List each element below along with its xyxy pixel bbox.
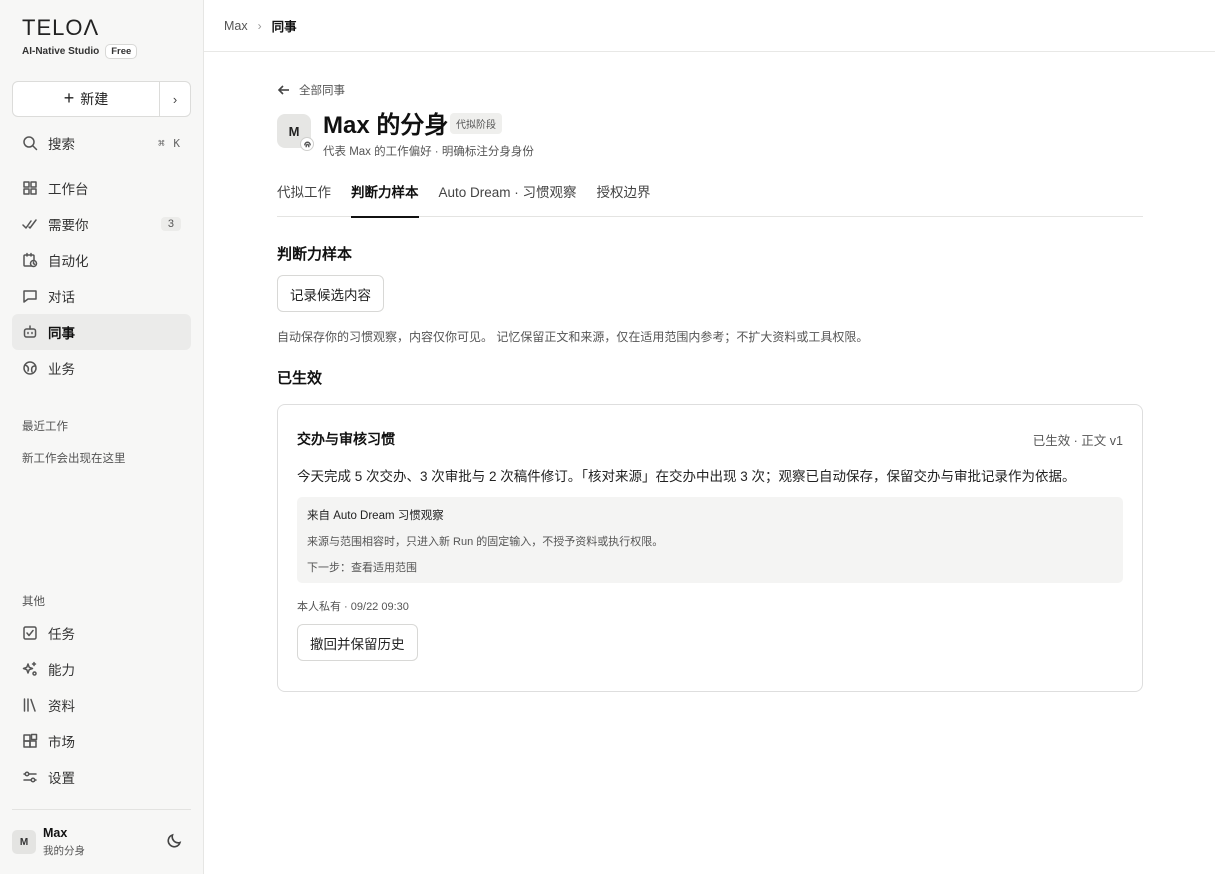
tab-judgment-samples[interactable]: 判断力样本 <box>351 176 419 218</box>
sidebar-item-label: 资料 <box>48 699 75 714</box>
sidebar-item-label: 能力 <box>48 663 75 678</box>
section-title: 判断力样本 <box>277 246 353 263</box>
breadcrumb-current: 同事 <box>271 20 297 34</box>
user-profile[interactable]: M Max 我的分身 <box>12 809 191 874</box>
sidebar-item-label: 需要你 <box>48 218 89 233</box>
arrow-left-icon <box>277 85 289 95</box>
primary-nav: 工作台 需要你 3 自动化 对话 同事 业务 <box>12 170 191 386</box>
library-icon <box>22 697 38 713</box>
needs-you-count: 3 <box>160 217 181 231</box>
logo-wordmark: TELOΛ <box>22 15 100 40</box>
sidebar-item-label: 同事 <box>48 326 75 341</box>
brand-subtitle: AI-Native Studio <box>22 46 100 57</box>
profile-description: 代表 Max 的工作偏好 · 明确标注分身身份 <box>323 146 534 158</box>
globe-icon <box>22 360 38 376</box>
sidebar-item-abilities[interactable]: 能力 <box>12 651 191 687</box>
plan-badge: Free <box>105 44 138 59</box>
double-check-icon <box>22 216 38 232</box>
new-button-group: + 新建 › <box>12 81 191 117</box>
other-heading: 其他 <box>22 596 45 608</box>
back-link-label: 全部同事 <box>299 85 345 97</box>
record-candidate-button[interactable]: 记录候选内容 <box>277 275 384 312</box>
sidebar-item-automation[interactable]: 自动化 <box>12 242 191 278</box>
moon-icon[interactable] <box>167 832 185 850</box>
sidebar-item-colleagues[interactable]: 同事 <box>12 314 191 350</box>
search-button[interactable]: 搜索 ⌘ K <box>12 125 191 161</box>
card-body: 今天完成 5 次交办、3 次审批与 2 次稿件修订。「核对来源」在交办中出现 3… <box>297 469 1076 484</box>
bot-icon <box>22 324 38 340</box>
sidebar-item-chat[interactable]: 对话 <box>12 278 191 314</box>
search-icon <box>22 135 38 151</box>
page-title: Max 的分身 <box>323 112 449 139</box>
sliders-icon <box>22 769 38 785</box>
section-note: 自动保存你的习惯观察，内容仅你可见。 记忆保留正文和来源，仅在适用范围内参考；不… <box>277 330 869 344</box>
search-label: 搜索 <box>48 137 75 152</box>
plus-icon: + <box>63 88 75 108</box>
status-badge: 已生效 · 正文 v1 <box>1032 434 1123 448</box>
avatar: M <box>12 830 36 854</box>
recent-work-heading: 最近工作 <box>22 421 68 433</box>
sidebar-item-label: 对话 <box>48 290 75 305</box>
chat-icon <box>22 288 38 304</box>
new-button-label: 新建 <box>80 91 109 107</box>
search-shortcut: ⌘ K <box>158 136 181 150</box>
new-expand-button[interactable]: › <box>159 82 190 116</box>
chevron-right-icon: › <box>172 91 178 107</box>
tab-drafting-work[interactable]: 代拟工作 <box>277 176 331 217</box>
fingerprint-icon <box>300 137 314 151</box>
brand-logo[interactable]: TELOΛ AI-Native Studio Free <box>22 15 138 59</box>
tab-authorization-boundary[interactable]: 授权边界 <box>597 176 651 217</box>
source-description: 来源与范围相容时，只进入新 Run 的固定输入，不授予资料或执行权限。 <box>307 536 664 548</box>
sidebar-item-label: 工作台 <box>48 182 89 197</box>
sparkle-icon <box>22 661 38 677</box>
sidebar-item-settings[interactable]: 设置 <box>12 759 191 795</box>
sidebar-item-market[interactable]: 市场 <box>12 723 191 759</box>
sidebar-item-label: 任务 <box>48 627 75 642</box>
checkbox-icon <box>22 625 38 641</box>
back-to-colleagues-link[interactable]: 全部同事 <box>277 82 345 98</box>
sidebar-item-tasks[interactable]: 任务 <box>12 615 191 651</box>
breadcrumb: Max › 同事 <box>204 0 1215 52</box>
sidebar-item-label: 市场 <box>48 735 75 750</box>
stage-badge: 代拟阶段 <box>450 113 502 134</box>
memory-card: 交办与审核习惯 已生效 · 正文 v1 今天完成 5 次交办、3 次审批与 2 … <box>277 404 1143 692</box>
sidebar-item-business[interactable]: 业务 <box>12 350 191 386</box>
sidebar-item-label: 业务 <box>48 362 75 377</box>
secondary-nav: 任务 能力 资料 市场 设置 <box>12 615 191 795</box>
breadcrumb-parent[interactable]: Max <box>224 19 248 33</box>
grid-icon <box>22 180 38 196</box>
profile-avatar-initial: M <box>288 123 300 139</box>
search-nav: 搜索 ⌘ K <box>12 125 191 161</box>
sidebar-item-needs-you[interactable]: 需要你 3 <box>12 206 191 242</box>
sidebar-item-label: 设置 <box>48 771 75 786</box>
blocks-icon <box>22 733 38 749</box>
card-title: 交办与审核习惯 <box>297 431 395 447</box>
tab-auto-dream[interactable]: Auto Dream · 习惯观察 <box>439 176 577 217</box>
new-button[interactable]: + 新建 <box>13 82 159 116</box>
recent-work-hint: 新工作会出现在这里 <box>22 453 126 465</box>
profile-avatar: M <box>277 114 314 151</box>
user-subtitle: 我的分身 <box>43 845 85 857</box>
sidebar-item-library[interactable]: 资料 <box>12 687 191 723</box>
source-title: 来自 Auto Dream 习惯观察 <box>307 510 444 522</box>
sidebar-item-label: 自动化 <box>48 254 89 269</box>
user-name: Max <box>43 826 68 840</box>
revoke-button[interactable]: 撤回并保留历史 <box>297 624 418 661</box>
next-step-link[interactable]: 下一步：查看适用范围 <box>307 559 1113 575</box>
chevron-right-icon: › <box>257 18 262 33</box>
source-box: 来自 Auto Dream 习惯观察 来源与范围相容时，只进入新 Run 的固定… <box>297 497 1123 583</box>
card-meta: 本人私有 · 09/22 09:30 <box>297 601 409 613</box>
sidebar: TELOΛ AI-Native Studio Free + 新建 › 搜索 ⌘ … <box>0 0 204 874</box>
calendar-clock-icon <box>22 252 38 268</box>
tab-bar: 代拟工作 判断力样本 Auto Dream · 习惯观察 授权边界 <box>277 176 1143 218</box>
sidebar-item-workbench[interactable]: 工作台 <box>12 170 191 206</box>
effective-heading: 已生效 <box>277 370 323 387</box>
